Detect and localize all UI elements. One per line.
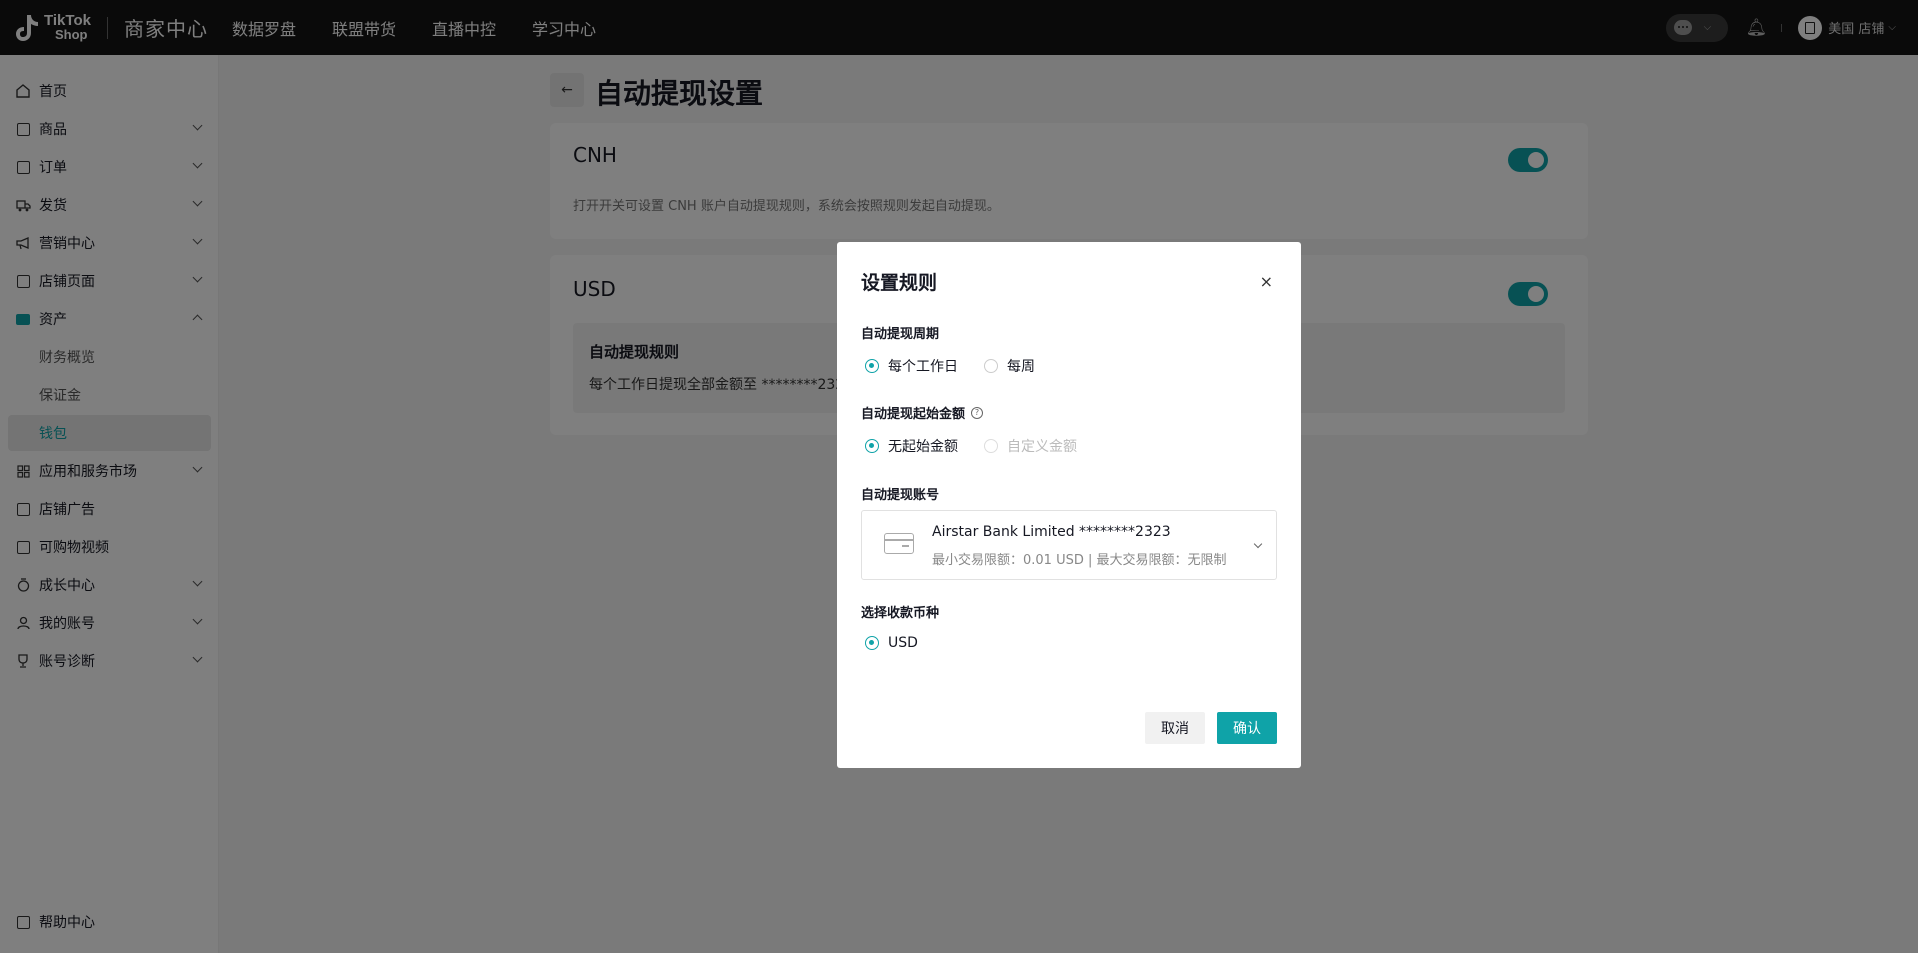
radio-label: 无起始金额 [888,439,958,455]
radio-label: 每周 [1007,359,1035,375]
cancel-button[interactable]: 取消 [1145,712,1205,744]
radio-label: USD [888,635,918,651]
account-limits: 最小交易限额：0.01 USD | 最大交易限额：无限制 [932,553,1227,568]
radio-selected-icon [865,636,879,650]
account-name: Airstar Bank Limited ********2323 [932,524,1171,540]
radio-label: 自定义金额 [1007,439,1077,455]
set-rule-dialog: 设置规则 × 自动提现周期 每个工作日 每周 自动提现起始金额 ? 无起始金额 … [837,242,1301,768]
start-amount-label: 自动提现起始金额 ? [861,403,984,422]
start-amount-option-custom: 自定义金额 [984,436,1077,456]
bank-card-icon [884,533,914,554]
radio-disabled-icon [984,439,998,453]
confirm-button[interactable]: 确认 [1217,712,1277,744]
radio-label: 每个工作日 [888,359,958,375]
currency-label: 选择收款币种 [861,606,940,621]
close-icon[interactable]: × [1260,272,1273,291]
chevron-down-icon [1253,539,1263,549]
help-circle-icon[interactable]: ? [971,406,984,419]
radio-unselected-icon [984,359,998,373]
radio-selected-icon [865,439,879,453]
account-label: 自动提现账号 [861,488,940,503]
account-select[interactable]: Airstar Bank Limited ********2323 最小交易限额… [861,510,1277,580]
dialog-title: 设置规则 [861,272,938,294]
currency-radio-group: USD [865,635,944,651]
period-label: 自动提现周期 [861,327,940,342]
start-amount-option-none[interactable]: 无起始金额 [865,436,958,456]
period-radio-group: 每个工作日 每周 [865,356,1061,376]
period-option-weekly[interactable]: 每周 [984,356,1035,376]
start-amount-radio-group: 无起始金额 自定义金额 [865,436,1103,456]
radio-selected-icon [865,359,879,373]
start-amount-label-text: 自动提现起始金额 [861,407,966,422]
currency-option-usd[interactable]: USD [865,635,918,651]
period-option-workday[interactable]: 每个工作日 [865,356,958,376]
